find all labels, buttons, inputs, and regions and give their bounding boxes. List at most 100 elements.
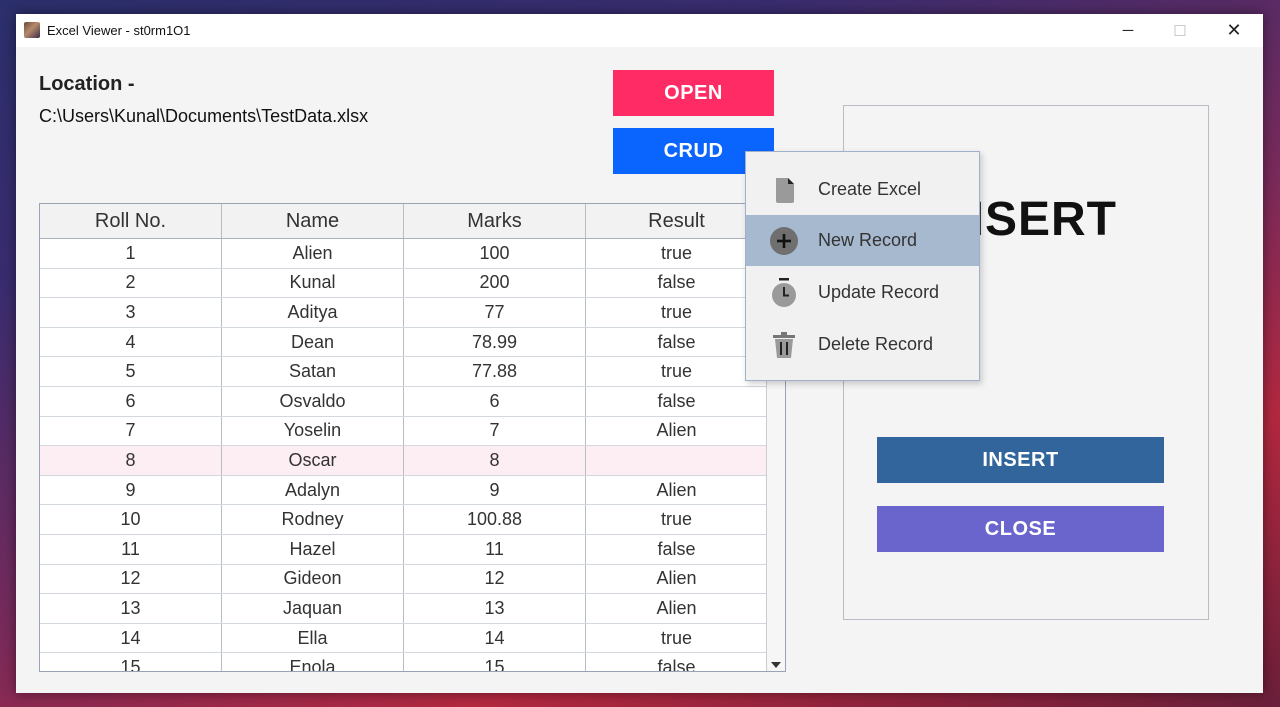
table-cell[interactable]: 77 <box>404 298 586 327</box>
table-cell[interactable]: 15 <box>40 653 222 671</box>
table-cell[interactable]: false <box>586 386 768 416</box>
table-cell[interactable]: Alien <box>586 416 768 446</box>
column-header-name[interactable]: Name <box>222 204 404 238</box>
table-cell[interactable]: 8 <box>40 446 222 475</box>
table-cell[interactable]: 11 <box>404 534 586 564</box>
table-cell[interactable]: Alien <box>222 239 404 268</box>
table-cell[interactable]: true <box>586 505 768 534</box>
table-cell[interactable]: 7 <box>404 416 586 446</box>
table-cell[interactable]: 4 <box>40 327 222 357</box>
close-window-button[interactable]: ✕ <box>1211 14 1257 47</box>
table-cell[interactable]: 3 <box>40 298 222 327</box>
table-cell[interactable]: Alien <box>586 475 768 505</box>
table-row[interactable]: 14 Ella 14 true <box>40 623 785 654</box>
table-cell[interactable]: Satan <box>222 357 404 386</box>
menu-item-label: Update Record <box>818 282 940 302</box>
scroll-down-icon[interactable] <box>771 662 781 668</box>
table-row[interactable]: 4 Dean 78.99 false <box>40 327 785 358</box>
table-cell[interactable]: true <box>586 357 768 386</box>
close-button[interactable]: CLOSE <box>877 506 1164 552</box>
menu-item-label: Create Excel <box>818 179 922 199</box>
table-cell[interactable]: 12 <box>40 564 222 594</box>
location-path: C:\Users\Kunal\Documents\TestData.xlsx <box>39 106 369 126</box>
table-cell[interactable]: 77.88 <box>404 357 586 386</box>
table-row[interactable]: 13 Jaquan 13 Alien <box>40 594 785 624</box>
table-row[interactable]: 2 Kunal 200 false <box>40 268 785 299</box>
table-row[interactable]: 8 Oscar 8 <box>40 446 785 476</box>
table-cell[interactable]: Jaquan <box>222 594 404 623</box>
menu-item-update-record[interactable]: Update Record <box>746 267 979 318</box>
table-cell[interactable]: 6 <box>404 386 586 416</box>
table-cell[interactable]: true <box>586 623 768 653</box>
insert-button[interactable]: INSERT <box>877 437 1164 483</box>
table-row[interactable]: 3 Aditya 77 true <box>40 298 785 328</box>
table-cell[interactable] <box>586 446 768 475</box>
app-icon <box>24 22 40 38</box>
table-cell[interactable]: 14 <box>40 623 222 653</box>
table-row[interactable]: 7 Yoselin 7 Alien <box>40 416 785 447</box>
table-cell[interactable]: false <box>586 268 768 298</box>
table-cell[interactable]: 13 <box>404 594 586 623</box>
table-cell[interactable]: 11 <box>40 534 222 564</box>
column-header-marks[interactable]: Marks <box>404 204 586 238</box>
table-cell[interactable]: 7 <box>40 416 222 446</box>
menu-item-new-record[interactable]: New Record <box>746 215 979 266</box>
table-cell[interactable]: Enola <box>222 653 404 671</box>
table-cell[interactable]: true <box>586 298 768 327</box>
table-cell[interactable]: Adalyn <box>222 475 404 505</box>
table-cell[interactable]: 9 <box>40 475 222 505</box>
table-cell[interactable]: 9 <box>404 475 586 505</box>
menu-item-create-excel[interactable]: Create Excel <box>746 164 979 215</box>
minimize-button[interactable]: ─ <box>1105 14 1151 47</box>
table-cell[interactable]: Oscar <box>222 446 404 475</box>
table-cell[interactable]: 1 <box>40 239 222 268</box>
table-cell[interactable]: false <box>586 534 768 564</box>
menu-item-delete-record[interactable]: Delete Record <box>746 319 979 370</box>
table-row[interactable]: 15 Enola 15 false <box>40 653 785 671</box>
table-row[interactable]: 1 Alien 100 true <box>40 239 785 269</box>
table-cell[interactable]: 13 <box>40 594 222 623</box>
plus-circle-icon <box>770 227 798 255</box>
app-window: Excel Viewer - st0rm1O1 ─ ☐ ✕ Location -… <box>16 14 1263 693</box>
table-cell[interactable]: Osvaldo <box>222 386 404 416</box>
table-cell[interactable]: Alien <box>586 594 768 623</box>
table-cell[interactable]: Rodney <box>222 505 404 534</box>
table-cell[interactable]: false <box>586 653 768 671</box>
table-cell[interactable]: 2 <box>40 268 222 298</box>
maximize-button[interactable]: ☐ <box>1157 14 1203 47</box>
table-cell[interactable]: 15 <box>404 653 586 671</box>
table-cell[interactable]: Hazel <box>222 534 404 564</box>
table-cell[interactable]: Dean <box>222 327 404 357</box>
table-row[interactable]: 5 Satan 77.88 true <box>40 357 785 387</box>
table-cell[interactable]: 8 <box>404 446 586 475</box>
table-cell[interactable]: false <box>586 327 768 357</box>
open-button[interactable]: OPEN <box>613 70 774 116</box>
table-row[interactable]: 6 Osvaldo 6 false <box>40 386 785 417</box>
table-cell[interactable]: true <box>586 239 768 268</box>
table-cell[interactable]: 100 <box>404 239 586 268</box>
table-cell[interactable]: 14 <box>404 623 586 653</box>
table-cell[interactable]: Gideon <box>222 564 404 594</box>
table-cell[interactable]: Aditya <box>222 298 404 327</box>
table-row[interactable]: 12 Gideon 12 Alien <box>40 564 785 595</box>
trash-icon <box>773 332 795 358</box>
table-cell[interactable]: 200 <box>404 268 586 298</box>
column-header-result[interactable]: Result <box>586 204 768 238</box>
data-table[interactable]: Roll No. Name Marks Result 1 Alien 100 true… <box>39 203 786 672</box>
table-row[interactable]: 10 Rodney 100.88 true <box>40 505 785 535</box>
table-row[interactable]: 11 Hazel 11 false <box>40 534 785 565</box>
menu-item-label: New Record <box>818 230 918 250</box>
table-cell[interactable]: 6 <box>40 386 222 416</box>
table-cell[interactable]: 78.99 <box>404 327 586 357</box>
table-row[interactable]: 9 Adalyn 9 Alien <box>40 475 785 506</box>
menu-item-label: Delete Record <box>818 334 934 354</box>
table-cell[interactable]: Alien <box>586 564 768 594</box>
table-cell[interactable]: Ella <box>222 623 404 653</box>
table-cell[interactable]: 10 <box>40 505 222 534</box>
table-cell[interactable]: 5 <box>40 357 222 386</box>
table-cell[interactable]: Kunal <box>222 268 404 298</box>
table-cell[interactable]: 100.88 <box>404 505 586 534</box>
table-cell[interactable]: 12 <box>404 564 586 594</box>
column-header-roll[interactable]: Roll No. <box>40 204 222 238</box>
table-cell[interactable]: Yoselin <box>222 416 404 446</box>
